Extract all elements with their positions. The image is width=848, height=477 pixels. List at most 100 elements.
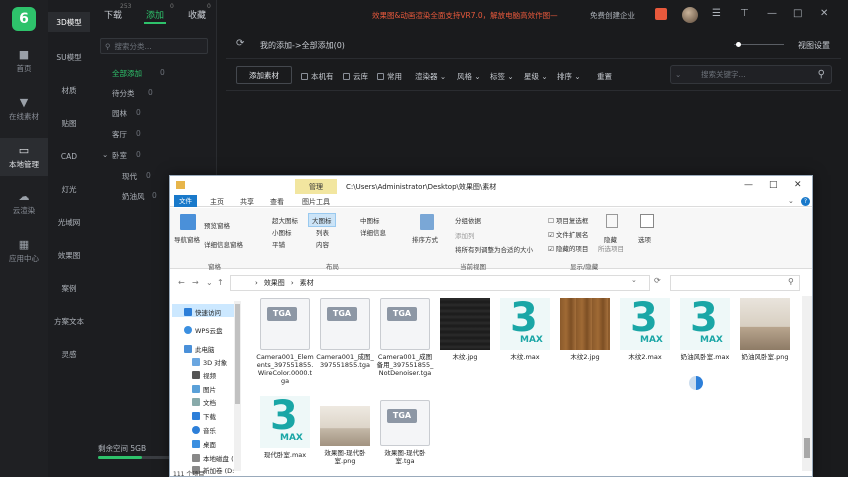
refresh-icon[interactable]: ⟳: [236, 38, 244, 49]
group-by-button[interactable]: 分组依据: [455, 215, 481, 225]
pin-icon[interactable]: ⊤: [740, 8, 749, 19]
category-case[interactable]: 案例: [48, 278, 90, 298]
rail-item-online[interactable]: ▼ 在线素材: [0, 92, 48, 126]
preview-pane-button[interactable]: 预览窗格: [204, 220, 230, 230]
category-render[interactable]: 效果图: [48, 245, 90, 265]
tab-picture-tools[interactable]: 图片工具: [302, 197, 330, 207]
rail-item-local[interactable]: ▭ 本地管理: [0, 138, 48, 176]
file-item[interactable]: 奶油风卧室.png: [736, 298, 794, 361]
nav-wps-cloud[interactable]: WPS云盘: [184, 325, 222, 335]
nav-pane-icon[interactable]: [180, 214, 196, 230]
file-item[interactable]: 效果图-现代卧室.png: [316, 406, 374, 465]
tree-item-cream[interactable]: 奶油风: [122, 191, 145, 202]
check-cloud[interactable]: 云库: [343, 71, 368, 82]
tab-home[interactable]: 主页: [210, 197, 224, 207]
tree-item-modern[interactable]: 现代: [122, 171, 137, 182]
chevron-down-icon[interactable]: ⌄: [102, 150, 108, 159]
nav-quick-access[interactable]: 快速访问: [184, 307, 221, 317]
options-button[interactable]: 选项: [638, 234, 651, 244]
tab-favorite[interactable]: 收藏: [188, 8, 206, 21]
maximize-icon[interactable]: □: [793, 8, 802, 19]
options-icon[interactable]: [640, 214, 654, 228]
file-item[interactable]: 3 MAX 木纹2.max: [616, 298, 674, 361]
rail-item-cloud-render[interactable]: ☁ 云渲染: [0, 186, 48, 220]
layout-tiles[interactable]: 平铺: [272, 239, 285, 249]
promo-banner[interactable]: 效果图&动画渲染全面支持VR7.0，解放电脑高效作图—: [372, 10, 558, 21]
tab-file[interactable]: 文件: [174, 195, 197, 207]
address-bar[interactable]: › 效果图 › 素材: [230, 275, 650, 291]
chevron-down-icon[interactable]: ⌄: [631, 276, 637, 284]
rail-item-home[interactable]: ■ 首页: [0, 44, 48, 78]
explorer-search-input[interactable]: [670, 275, 800, 291]
sort-icon[interactable]: [420, 214, 434, 230]
close-icon[interactable]: ✕: [794, 180, 802, 190]
chevron-down-icon[interactable]: ⌄: [788, 197, 794, 205]
keyword-search-input[interactable]: ⌄ 搜索关键字... ⚲: [670, 65, 832, 84]
breadcrumb-item[interactable]: 效果图: [264, 278, 285, 288]
checkbox-hidden-items[interactable]: ☑ 隐藏的项目: [548, 243, 588, 253]
category-light[interactable]: 灯光: [48, 179, 90, 199]
create-enterprise-link[interactable]: 免费创建企业: [590, 10, 635, 21]
tree-item-bedroom[interactable]: 卧室: [112, 150, 127, 161]
tab-add[interactable]: 添加: [146, 8, 164, 21]
category-cad[interactable]: CAD: [48, 146, 90, 166]
zoom-slider[interactable]: [734, 44, 784, 45]
file-item[interactable]: 木纹2.jpg: [556, 298, 614, 361]
checkbox[interactable]: [301, 73, 308, 80]
dropdown-style[interactable]: 风格 ⌄: [457, 71, 481, 82]
nav-music[interactable]: 音乐: [192, 425, 216, 435]
file-item[interactable]: 3 MAX 奶油风卧室.max: [676, 298, 734, 361]
content-scrollbar-thumb[interactable]: [804, 438, 810, 458]
tree-item-garden[interactable]: 园林: [112, 108, 127, 119]
layout-details[interactable]: 详细信息: [360, 227, 386, 237]
add-material-button[interactable]: 添加素材: [236, 66, 292, 84]
view-settings-button[interactable]: 视图设置: [798, 40, 830, 51]
dropdown-tag[interactable]: 标签 ⌄: [490, 71, 514, 82]
up-icon[interactable]: ↑: [217, 278, 224, 287]
tab-share[interactable]: 共享: [240, 197, 254, 207]
category-inspiration[interactable]: 灵感: [48, 344, 90, 364]
nav-downloads[interactable]: 下载: [192, 411, 216, 421]
dropdown-renderer[interactable]: 渲染器 ⌄: [415, 71, 446, 82]
layout-large[interactable]: 大图标: [308, 213, 336, 227]
fit-columns-button[interactable]: 将所有列调整为合适的大小: [455, 244, 533, 254]
refresh-icon[interactable]: ⟳: [654, 276, 661, 285]
nav-pane-button[interactable]: 导航窗格: [174, 234, 200, 244]
checkbox[interactable]: [377, 73, 384, 80]
file-item[interactable]: 木纹.jpg: [436, 298, 494, 361]
tab-manage[interactable]: 管理: [295, 179, 337, 194]
file-item[interactable]: TGA Camera001_Elements_397551855.WireColo…: [256, 298, 314, 386]
layout-medium[interactable]: 中图标: [360, 215, 380, 225]
nav-scrollbar-thumb[interactable]: [235, 304, 240, 404]
file-item[interactable]: TGA Camera001_成图_397551855.tga: [316, 298, 374, 369]
tree-item-living[interactable]: 客厅: [112, 129, 127, 140]
nav-drive-c[interactable]: 本地磁盘 (C: [192, 453, 238, 463]
layout-extra-large[interactable]: 超大图标: [272, 215, 298, 225]
file-item[interactable]: 3 MAX 现代卧室.max: [256, 396, 314, 459]
details-pane-button[interactable]: 详细信息窗格: [204, 239, 243, 249]
checkbox-file-extensions[interactable]: ☑ 文件扩展名: [548, 229, 588, 239]
check-local[interactable]: 本机有: [301, 71, 334, 82]
layout-content[interactable]: 内容: [316, 239, 329, 249]
gift-icon[interactable]: [655, 8, 667, 20]
tab-view[interactable]: 查看: [270, 197, 284, 207]
nav-videos[interactable]: 视频: [192, 370, 216, 380]
checkbox-item-checkboxes[interactable]: ☐ 项目复选框: [548, 215, 588, 225]
category-ies[interactable]: 光域网: [48, 212, 90, 232]
dropdown-rating[interactable]: 星级 ⌄: [524, 71, 548, 82]
category-search-input[interactable]: ⚲ 搜索分类...: [100, 38, 208, 54]
avatar[interactable]: [682, 7, 698, 23]
layout-list[interactable]: 列表: [316, 227, 329, 237]
dropdown-sort[interactable]: 排序 ⌄: [557, 71, 581, 82]
app-logo[interactable]: 6: [12, 7, 36, 31]
nav-this-pc[interactable]: 此电脑: [184, 344, 215, 354]
nav-desktop[interactable]: 桌面: [192, 439, 216, 449]
search-icon[interactable]: ⚲: [818, 69, 825, 80]
category-su-model[interactable]: SU模型: [48, 47, 90, 67]
checkbox[interactable]: [343, 73, 350, 80]
zoom-slider-handle[interactable]: [736, 42, 741, 47]
category-3d-model[interactable]: 3D模型: [48, 12, 90, 32]
minimize-icon[interactable]: —: [744, 180, 753, 190]
nav-pictures[interactable]: 图片: [192, 384, 216, 394]
add-column-button[interactable]: 添加列: [455, 230, 475, 240]
